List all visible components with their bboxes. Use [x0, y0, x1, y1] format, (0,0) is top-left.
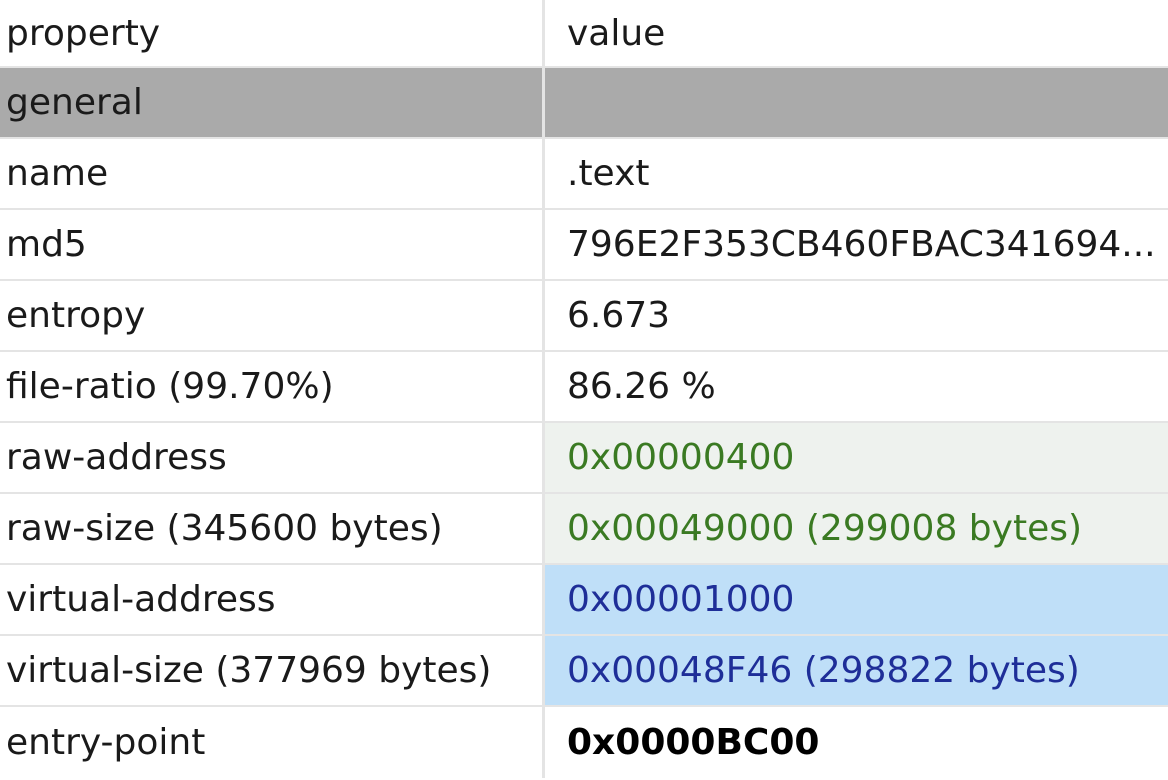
property-cell: file-ratio (99.70%)	[0, 352, 545, 421]
property-cell: entry-point	[0, 707, 545, 778]
table-row-virtual-size[interactable]: virtual-size (377969 bytes) 0x00048F46 (…	[0, 636, 1168, 707]
group-row-general[interactable]: general	[0, 68, 1168, 139]
group-value	[545, 68, 1168, 137]
value-cell[interactable]: 0x00048F46 (298822 bytes)	[545, 636, 1168, 705]
value-cell[interactable]: 0x00049000 (299008 bytes)	[545, 494, 1168, 563]
property-cell: name	[0, 139, 545, 208]
table-row-entropy[interactable]: entropy 6.673	[0, 281, 1168, 352]
table-row-md5[interactable]: md5 796E2F353CB460FBAC341694...	[0, 210, 1168, 281]
value-cell[interactable]: 0x00000400	[545, 423, 1168, 492]
property-grid: property value general name .text md5 79…	[0, 0, 1168, 780]
value-cell[interactable]: .text	[545, 139, 1168, 208]
column-header-value[interactable]: value	[545, 0, 1168, 66]
property-cell: md5	[0, 210, 545, 279]
table-row-file-ratio[interactable]: file-ratio (99.70%) 86.26 %	[0, 352, 1168, 423]
group-label: general	[0, 68, 545, 137]
property-cell: raw-address	[0, 423, 545, 492]
table-row-name[interactable]: name .text	[0, 139, 1168, 210]
column-header-row: property value	[0, 0, 1168, 68]
value-cell[interactable]: 0x0000BC00	[545, 707, 1168, 778]
property-cell: raw-size (345600 bytes)	[0, 494, 545, 563]
value-cell[interactable]: 6.673	[545, 281, 1168, 350]
table-row-raw-address[interactable]: raw-address 0x00000400	[0, 423, 1168, 494]
property-cell: virtual-size (377969 bytes)	[0, 636, 545, 705]
value-cell[interactable]: 796E2F353CB460FBAC341694...	[545, 210, 1168, 279]
table-row-virtual-address[interactable]: virtual-address 0x00001000	[0, 565, 1168, 636]
property-cell: virtual-address	[0, 565, 545, 634]
table-row-raw-size[interactable]: raw-size (345600 bytes) 0x00049000 (2990…	[0, 494, 1168, 565]
value-cell[interactable]: 86.26 %	[545, 352, 1168, 421]
property-cell: entropy	[0, 281, 545, 350]
value-cell[interactable]: 0x00001000	[545, 565, 1168, 634]
table-row-entry-point[interactable]: entry-point 0x0000BC00	[0, 707, 1168, 778]
column-header-property[interactable]: property	[0, 0, 545, 66]
